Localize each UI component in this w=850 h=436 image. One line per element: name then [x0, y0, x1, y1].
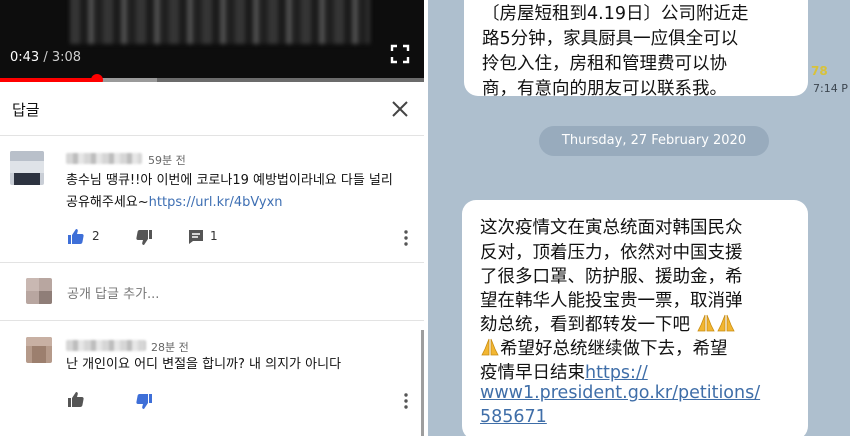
message-line: 585671 — [480, 407, 547, 427]
message-line: 望在韩华人能投宝贵一票，取消弹 — [480, 291, 743, 311]
message-line-text: 劾总统，看到都转发一下吧 — [480, 315, 690, 335]
message-line: www1.president.go.kr/petitions/ — [480, 383, 760, 403]
reply-comment-icon[interactable] — [187, 228, 205, 246]
comment-line-2-text: 공유해주세요~ — [66, 195, 149, 210]
comment-line-2: 공유해주세요~https://url.kr/4bVyxn — [66, 192, 393, 214]
add-reply-input[interactable]: 공개 답글 추가... — [67, 283, 159, 302]
message-line: 商，有意向的朋友可以联系我。 — [482, 79, 727, 99]
like-count: 2 — [92, 229, 100, 243]
petition-link-part-1[interactable]: https:// — [585, 363, 648, 383]
scrubber-handle[interactable] — [91, 74, 104, 82]
message-time: 7:14 P — [813, 82, 848, 95]
message-line: 拎包入住，房租和管理费可以协 — [482, 54, 727, 74]
reply-title: 답글 — [12, 101, 40, 119]
petition-link-part-3[interactable]: 585671 — [480, 407, 547, 427]
unread-count: 78 — [811, 64, 828, 78]
message-line: 这次疫情文在寅总统面对韩国民众 — [480, 218, 743, 238]
reply-header: 답글 — [0, 82, 424, 136]
message-line: 劾总统，看到都转发一下吧 — [480, 311, 736, 336]
message-line: 疫情早日结束https:// — [480, 359, 648, 384]
message-bubble[interactable]: 这次疫情文在寅总统面对韩国民众 反对，顶着压力，依然对中国支援 了很多口罩、防护… — [462, 200, 808, 436]
message-line: 反对，顶着压力，依然对中国支援 — [480, 243, 743, 263]
reply-count: 1 — [210, 229, 218, 243]
author-name-blurred[interactable] — [66, 340, 146, 351]
comment-link[interactable]: https://url.kr/4bVyxn — [149, 195, 283, 210]
message-line: 希望好总统继续做下去，希望 — [480, 335, 728, 360]
avatar[interactable] — [26, 337, 52, 363]
thumbs-down-icon[interactable] — [135, 393, 153, 411]
more-options-icon[interactable] — [403, 229, 409, 247]
video-time: 0:43 / 3:08 — [10, 50, 81, 65]
current-time: 0:43 — [10, 50, 40, 65]
add-reply-row[interactable]: 공개 답글 추가... — [0, 262, 424, 320]
more-options-icon[interactable] — [403, 392, 409, 410]
video-player[interactable]: 0:43 / 3:08 — [0, 0, 424, 82]
date-label: Thursday, 27 February 2020 — [561, 133, 747, 148]
avatar[interactable] — [10, 151, 44, 185]
message-bubble[interactable]: 〔房屋短租到4.19日〕公司附近走 路5分钟，家具厨具一应俱全可以 拎包入住，房… — [464, 0, 808, 99]
thumbs-up-icon[interactable] — [67, 227, 85, 245]
comment-item: 59분 전 총수님 땡큐!!아 이번에 코로나19 예방법이라네요 다들 널리 … — [0, 136, 424, 262]
chat-panel: 〔房屋短租到4.19日〕公司附近走 路5分钟，家具厨具一应俱全可以 拎包入住，房… — [428, 0, 850, 436]
comment-item: 28분 전 난 개인이요 어디 변절을 합니까? 내 의지가 아니다 — [0, 321, 424, 436]
message-line-text: 疫情早日结束 — [480, 363, 585, 383]
close-icon[interactable] — [388, 97, 412, 121]
youtube-panel: 0:43 / 3:08 답글 59분 전 총수님 땡큐!!아 이번에 코로나19… — [0, 0, 424, 436]
comment-text: 난 개인이요 어디 변절을 합니까? 내 의지가 아니다 — [66, 357, 342, 372]
thumbs-up-icon[interactable] — [67, 390, 85, 408]
comment-time: 59분 전 — [148, 154, 186, 167]
comment-text: 총수님 땡큐!!아 이번에 코로나19 예방법이라네요 다들 널리 공유해주세요… — [66, 170, 393, 214]
duration: 3:08 — [51, 50, 82, 65]
blurred-video-frame — [70, 0, 370, 44]
folded-hands-icon — [716, 314, 735, 332]
thumbs-down-icon[interactable] — [135, 229, 153, 247]
comment-line-1: 총수님 땡큐!!아 이번에 코로나19 예방법이라네요 다들 널리 — [66, 173, 393, 188]
avatar — [26, 278, 52, 304]
comment-time: 28분 전 — [151, 341, 189, 354]
message-line: 了很多口罩、防护服、援助金，希 — [480, 267, 743, 287]
author-name-blurred[interactable] — [66, 153, 142, 164]
time-separator: / — [39, 50, 52, 65]
folded-hands-icon — [481, 338, 499, 356]
folded-hands-icon — [696, 314, 715, 332]
petition-link-part-2[interactable]: www1.president.go.kr/petitions/ — [480, 383, 760, 403]
message-line: 路5分钟，家具厨具一应俱全可以 — [482, 29, 739, 49]
fullscreen-icon[interactable] — [390, 44, 410, 64]
message-line: 〔房屋短租到4.19日〕公司附近走 — [482, 4, 749, 24]
message-line-text: 希望好总统继续做下去，希望 — [500, 339, 728, 359]
date-divider: Thursday, 27 February 2020 — [539, 126, 769, 156]
